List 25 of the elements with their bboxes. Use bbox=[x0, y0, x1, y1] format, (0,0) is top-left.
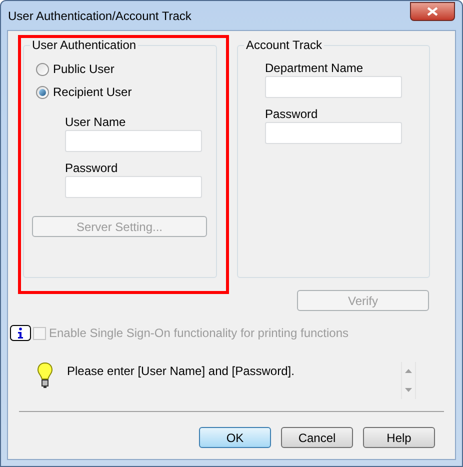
radio-button[interactable] bbox=[36, 86, 49, 98]
dialog-button[interactable]: Cancel bbox=[281, 427, 353, 448]
input-field[interactable] bbox=[265, 76, 402, 98]
input-field[interactable] bbox=[65, 176, 202, 198]
input-field[interactable] bbox=[65, 130, 202, 152]
radio-label: Recipient User bbox=[53, 85, 132, 99]
group-title: User Authentication bbox=[31, 38, 138, 52]
field-label: Password bbox=[265, 107, 319, 121]
field-label: Department Name bbox=[265, 61, 364, 75]
scroll-down-icon bbox=[405, 388, 412, 392]
close-button[interactable] bbox=[410, 2, 455, 21]
checkbox-label: Enable Single Sign-On functionality for printing functions bbox=[49, 325, 349, 342]
input-field[interactable] bbox=[265, 122, 402, 144]
group-title: Account Track bbox=[245, 38, 324, 52]
field-label: User Name bbox=[65, 115, 127, 129]
dialog-button[interactable]: Help bbox=[363, 427, 435, 448]
scroll-up-icon bbox=[405, 369, 412, 373]
radio-button[interactable] bbox=[36, 62, 49, 76]
window-title: User Authentication/Account Track bbox=[8, 8, 192, 24]
info-icon bbox=[10, 325, 31, 341]
message-text: Please enter [User Name] and [Password]. bbox=[67, 363, 296, 380]
close-icon bbox=[427, 7, 438, 16]
field-label: Password bbox=[65, 161, 119, 175]
radio-label: Public User bbox=[53, 62, 114, 76]
dialog-button[interactable]: OK bbox=[199, 427, 271, 448]
